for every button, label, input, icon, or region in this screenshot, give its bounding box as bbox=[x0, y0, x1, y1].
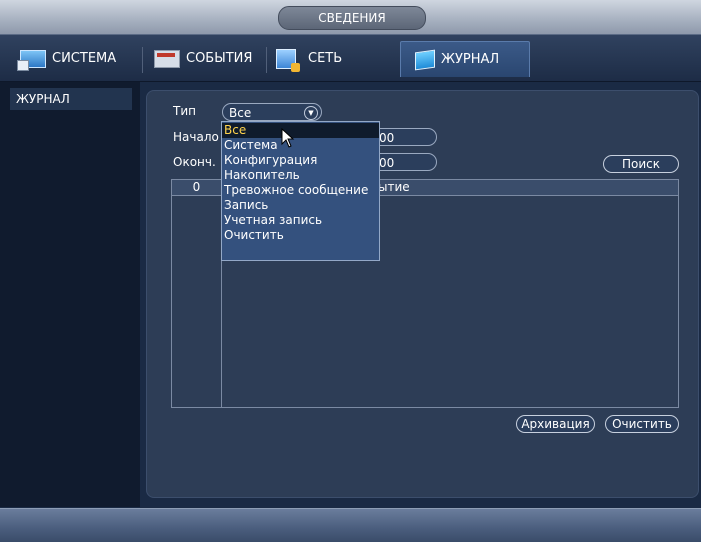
dropdown-option-storage[interactable]: Накопитель bbox=[222, 168, 379, 183]
bottom-bar bbox=[0, 508, 701, 542]
events-icon bbox=[154, 50, 180, 68]
title-bar: СВЕДЕНИЯ bbox=[0, 0, 701, 35]
column-header-count: 0 bbox=[172, 180, 221, 196]
tab-log-label: ЖУРНАЛ bbox=[441, 51, 500, 67]
dropdown-option-all[interactable]: Все bbox=[222, 123, 379, 138]
tab-network-label: СЕТЬ bbox=[308, 51, 343, 66]
dropdown-option-alarm-message[interactable]: Тревожное сообщение bbox=[222, 183, 379, 198]
window-title: СВЕДЕНИЯ bbox=[278, 6, 426, 30]
sidebar-item-log[interactable]: ЖУРНАЛ bbox=[10, 88, 132, 110]
tab-system[interactable]: СИСТЕМА bbox=[2, 41, 140, 77]
archive-button[interactable]: Архивация bbox=[516, 415, 595, 433]
tab-events-label: СОБЫТИЯ bbox=[186, 51, 253, 66]
start-label: Начало bbox=[173, 130, 219, 144]
end-label: Оконч. bbox=[173, 155, 216, 169]
mouse-pointer-icon bbox=[281, 128, 295, 148]
start-time-field[interactable]: 00 bbox=[370, 128, 437, 146]
clear-button[interactable]: Очистить bbox=[605, 415, 679, 433]
log-book-icon bbox=[415, 49, 435, 70]
tab-log[interactable]: ЖУРНАЛ bbox=[400, 41, 530, 77]
tab-events[interactable]: СОБЫТИЯ bbox=[144, 41, 264, 77]
tab-network[interactable]: СЕТЬ bbox=[268, 41, 388, 77]
dropdown-option-clear[interactable]: Очистить bbox=[222, 228, 379, 243]
search-button[interactable]: Поиск bbox=[603, 155, 679, 173]
dropdown-option-account[interactable]: Учетная запись bbox=[222, 213, 379, 228]
dropdown-option-system[interactable]: Система bbox=[222, 138, 379, 153]
type-dropdown-menu: Все Система Конфигурация Накопитель Трев… bbox=[221, 121, 380, 261]
dropdown-option-configuration[interactable]: Конфигурация bbox=[222, 153, 379, 168]
type-label: Тип bbox=[173, 104, 196, 118]
tab-system-label: СИСТЕМА bbox=[52, 51, 117, 66]
type-select-value: Все bbox=[229, 106, 252, 120]
monitor-icon bbox=[17, 50, 46, 71]
tab-divider bbox=[142, 47, 143, 73]
sidebar: ЖУРНАЛ bbox=[0, 82, 140, 507]
dropdown-option-record[interactable]: Запись bbox=[222, 198, 379, 213]
chevron-down-icon: ▼ bbox=[304, 106, 318, 120]
main-tab-bar: СИСТЕМА СОБЫТИЯ СЕТЬ ЖУРНАЛ bbox=[0, 35, 701, 82]
type-select[interactable]: Все ▼ bbox=[222, 103, 322, 121]
end-time-field[interactable]: 00 bbox=[370, 153, 437, 171]
tab-divider bbox=[266, 47, 267, 73]
network-icon bbox=[276, 49, 300, 72]
